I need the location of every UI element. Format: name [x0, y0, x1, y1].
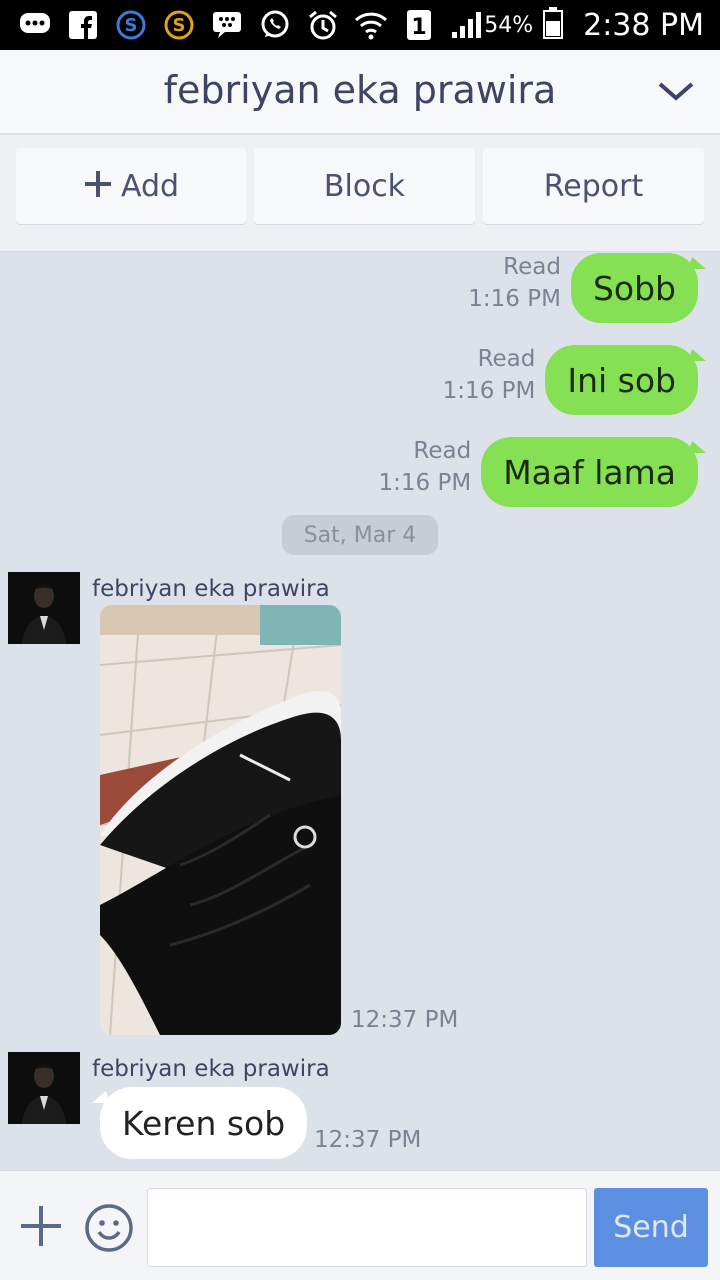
message-input[interactable]: [147, 1188, 587, 1267]
emoji-icon[interactable]: [84, 1203, 134, 1253]
message-time: 1:16 PM: [378, 470, 472, 496]
avatar[interactable]: [8, 1052, 80, 1124]
read-status: Read: [413, 438, 472, 464]
outgoing-message: Read 1:16 PM Sobb: [468, 253, 698, 323]
signal-icon: [450, 8, 484, 42]
sender-name: febriyan eka prawira: [92, 1056, 330, 1082]
alarm-icon: [306, 8, 340, 42]
outgoing-message: Read 1:16 PM Maaf lama: [379, 435, 698, 507]
outgoing-bubble[interactable]: Maaf lama: [481, 437, 698, 507]
read-status: Read: [477, 346, 536, 372]
svg-text:S: S: [173, 15, 186, 36]
block-label: Block: [323, 168, 406, 204]
chevron-down-icon[interactable]: [656, 76, 696, 106]
svg-text:S: S: [125, 15, 138, 36]
plus-icon: [83, 166, 113, 206]
incoming-bubble[interactable]: Keren sob: [100, 1087, 308, 1159]
chat-bubble-icon: [18, 8, 52, 42]
outgoing-bubble[interactable]: Ini sob: [545, 345, 698, 415]
contact-action-bar: Add Block Report: [0, 135, 720, 252]
report-label: Report: [543, 168, 644, 204]
message-time: 1:16 PM: [468, 286, 561, 312]
whatsapp-icon: [258, 8, 292, 42]
sim-icon: 1: [402, 8, 436, 42]
status-bar: S S 1 54% 2:38 PM: [0, 0, 720, 50]
sender-name: febriyan eka prawira: [92, 576, 330, 602]
battery-icon: [543, 7, 564, 43]
block-button[interactable]: Block: [254, 148, 475, 224]
add-label: Add: [120, 168, 180, 204]
message-time: 12:37 PM: [314, 1127, 422, 1153]
status-time: 2:38 PM: [583, 7, 704, 43]
message-input-bar: Send: [0, 1170, 720, 1280]
add-contact-button[interactable]: Add: [16, 148, 246, 224]
message-time: 12:37 PM: [351, 1007, 459, 1033]
svg-text:1: 1: [411, 15, 426, 40]
date-divider: Sat, Mar 4: [282, 515, 438, 555]
chat-messages[interactable]: Read 1:16 PM Sobb Read 1:16 PM Ini sob R…: [0, 253, 720, 1170]
facebook-icon: [66, 8, 100, 42]
bbm-icon: [210, 8, 244, 42]
plus-icon[interactable]: [18, 1203, 64, 1249]
contact-name-title[interactable]: febriyan eka prawira: [0, 68, 720, 112]
read-status: Read: [503, 254, 561, 280]
report-button[interactable]: Report: [483, 148, 704, 224]
orange-s-icon: S: [162, 8, 196, 42]
wifi-icon: [354, 8, 388, 42]
battery-percent: 54%: [484, 12, 534, 38]
outgoing-bubble[interactable]: Sobb: [570, 253, 698, 323]
avatar[interactable]: [8, 572, 80, 644]
outgoing-message: Read 1:16 PM Ini sob: [443, 343, 698, 415]
chat-header: febriyan eka prawira: [0, 50, 720, 134]
photo-message[interactable]: [100, 605, 341, 1035]
message-time: 1:16 PM: [442, 378, 536, 404]
send-button[interactable]: Send: [594, 1188, 708, 1267]
blue-s-icon: S: [114, 8, 148, 42]
